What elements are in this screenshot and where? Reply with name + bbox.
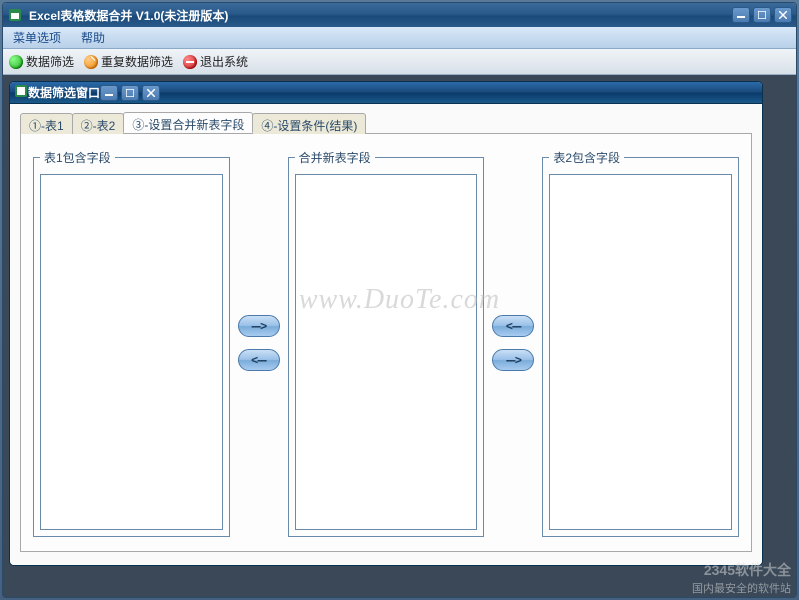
move-right-button-1[interactable]: ---> — [238, 315, 280, 337]
menu-options[interactable]: 菜单选项 — [9, 27, 65, 48]
toolbar-refilter-label: 重复数据筛选 — [101, 53, 173, 70]
child-body: ①-表1 ②-表2 ③-设置合并新表字段 ④-设置条件(结果) 表1包含字段 -… — [10, 104, 762, 565]
move-left-button-1[interactable]: <--- — [238, 349, 280, 371]
child-close-button[interactable] — [142, 85, 160, 101]
group-merge-fields: 合并新表字段 — [288, 149, 485, 537]
menubar: 菜单选项 帮助 — [3, 27, 796, 49]
child-icon — [14, 84, 28, 101]
child-window: 数据筛选窗口 ①-表1 ②-表2 ③-设置合并新表字段 ④-设置条件(结果) — [9, 81, 763, 566]
group-table1-legend: 表1包含字段 — [40, 149, 115, 166]
minimize-button[interactable] — [732, 7, 750, 23]
menu-help[interactable]: 帮助 — [77, 27, 109, 48]
app-icon — [7, 7, 23, 23]
tab-conditions[interactable]: ④-设置条件(结果) — [252, 113, 366, 134]
toolbar-exit[interactable]: 退出系统 — [183, 53, 248, 70]
tab-merge-fields[interactable]: ③-设置合并新表字段 — [123, 112, 253, 133]
toolbar-filter[interactable]: 数据筛选 — [9, 53, 74, 70]
search-icon — [84, 55, 98, 69]
listbox-table1-fields[interactable] — [40, 174, 223, 530]
toolbar-exit-label: 退出系统 — [200, 53, 248, 70]
child-title: 数据筛选窗口 — [28, 84, 100, 101]
stop-icon — [183, 55, 197, 69]
child-maximize-button[interactable] — [121, 85, 139, 101]
move-right-button-2[interactable]: ---> — [492, 349, 534, 371]
listbox-merge-fields[interactable] — [295, 174, 478, 530]
main-titlebar: Excel表格数据合并 V1.0(未注册版本) — [3, 3, 796, 27]
group-table1-fields: 表1包含字段 — [33, 149, 230, 537]
fieldset-row: 表1包含字段 ---> <--- 合并新表字段 <--- — [33, 148, 739, 537]
group-table2-legend: 表2包含字段 — [549, 149, 624, 166]
group-merge-legend: 合并新表字段 — [295, 149, 375, 166]
tab-table1[interactable]: ①-表1 — [20, 113, 73, 134]
move-left-button-2[interactable]: <--- — [492, 315, 534, 337]
arrows-right: <--- ---> — [492, 315, 534, 371]
toolbar-refilter[interactable]: 重复数据筛选 — [84, 53, 173, 70]
arrows-left: ---> <--- — [238, 315, 280, 371]
child-window-controls — [100, 85, 160, 101]
close-button[interactable] — [774, 7, 792, 23]
tab-table2[interactable]: ②-表2 — [72, 113, 125, 134]
toolbar-filter-label: 数据筛选 — [26, 53, 74, 70]
listbox-table2-fields[interactable] — [549, 174, 732, 530]
main-window: Excel表格数据合并 V1.0(未注册版本) 菜单选项 帮助 数据筛选 重复数… — [2, 2, 797, 598]
check-icon — [9, 55, 23, 69]
child-minimize-button[interactable] — [100, 85, 118, 101]
child-titlebar: 数据筛选窗口 — [10, 82, 762, 104]
maximize-button[interactable] — [753, 7, 771, 23]
main-title: Excel表格数据合并 V1.0(未注册版本) — [29, 7, 732, 24]
tab-strip: ①-表1 ②-表2 ③-设置合并新表字段 ④-设置条件(结果) — [20, 112, 752, 134]
toolbar: 数据筛选 重复数据筛选 退出系统 — [3, 49, 796, 75]
group-table2-fields: 表2包含字段 — [542, 149, 739, 537]
main-window-controls — [732, 7, 792, 23]
tab-content: 表1包含字段 ---> <--- 合并新表字段 <--- — [20, 134, 752, 552]
mdi-client: 数据筛选窗口 ①-表1 ②-表2 ③-设置合并新表字段 ④-设置条件(结果) — [3, 75, 796, 597]
